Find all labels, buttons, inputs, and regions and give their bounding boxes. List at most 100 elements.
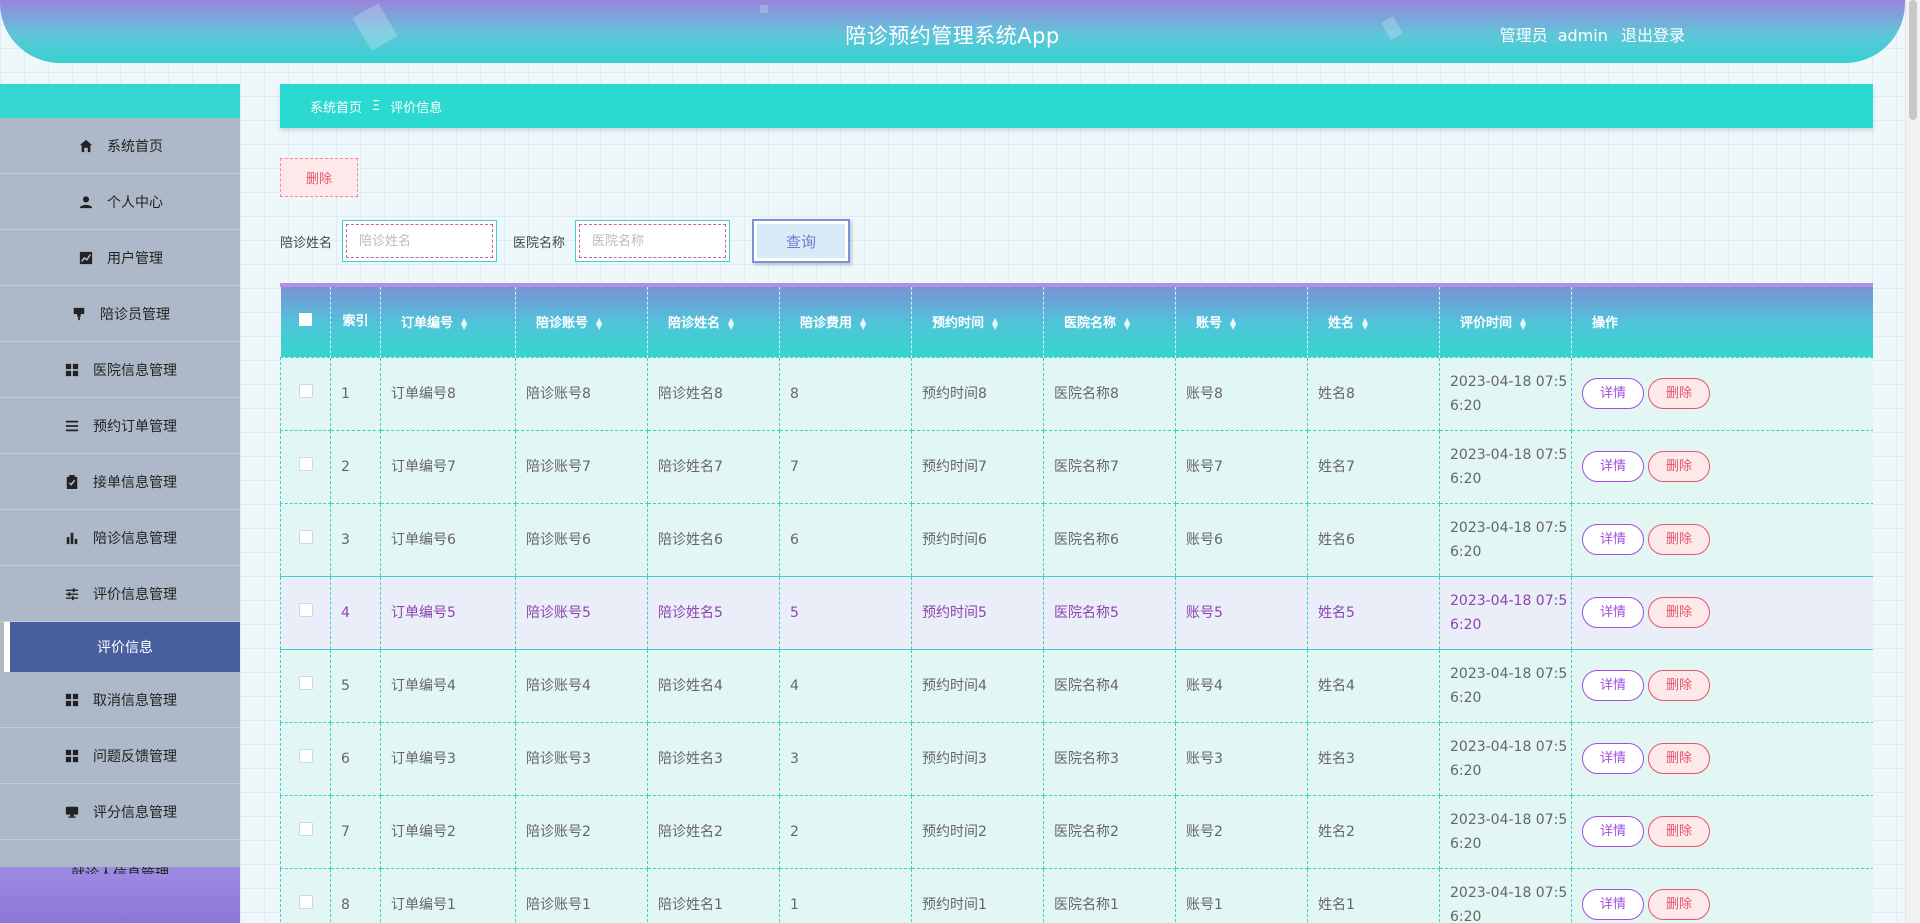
- detail-button[interactable]: 详情: [1582, 378, 1644, 409]
- table-row[interactable]: 4 订单编号5 陪诊账号5 陪诊姓名5 5 预约时间5 医院名称5 账号5 姓名5 2023-04…: [280, 575, 1873, 650]
- sort-icon[interactable]: ▲ ▼: [860, 316, 866, 330]
- cell-index: 3: [330, 502, 381, 577]
- detail-button[interactable]: 详情: [1582, 451, 1644, 482]
- clipboard-icon: [63, 474, 81, 490]
- select-all-checkbox[interactable]: [298, 313, 312, 327]
- cell-escort-name: 陪诊姓名6: [647, 502, 780, 577]
- row-checkbox[interactable]: [298, 383, 313, 398]
- row-delete-button[interactable]: 删除: [1648, 816, 1710, 847]
- breadcrumb-home[interactable]: 系统首页: [310, 97, 362, 116]
- row-checkbox-cell[interactable]: [280, 721, 331, 796]
- row-delete-button[interactable]: 删除: [1648, 524, 1710, 555]
- row-delete-button[interactable]: 删除: [1648, 597, 1710, 628]
- sidebar-item-top-6[interactable]: 接单信息管理: [0, 454, 240, 510]
- cell-appt-time: 预约时间3: [911, 721, 1044, 796]
- cell-escort-fee: 1: [779, 867, 912, 923]
- row-checkbox[interactable]: [298, 748, 313, 763]
- cell-account: 账号3: [1175, 721, 1308, 796]
- cell-hospital: 医院名称6: [1043, 502, 1176, 577]
- row-delete-button[interactable]: 删除: [1648, 378, 1710, 409]
- cell-name: 姓名2: [1307, 794, 1440, 869]
- sidebar-item-top-1[interactable]: 个人中心: [0, 174, 240, 230]
- header-appt-time[interactable]: 预约时间 ▲ ▼: [911, 287, 1044, 357]
- cell-account: 账号8: [1175, 356, 1308, 431]
- row-delete-button[interactable]: 删除: [1648, 451, 1710, 482]
- cell-actions: 详情 删除: [1571, 575, 1873, 650]
- table-row[interactable]: 6 订单编号3 陪诊账号3 陪诊姓名3 3 预约时间3 医院名称3 账号3 姓名3 2023-04…: [280, 721, 1873, 796]
- header-order-no[interactable]: 订单编号 ▲ ▼: [380, 287, 516, 357]
- cell-hospital: 医院名称4: [1043, 648, 1176, 723]
- row-checkbox[interactable]: [298, 675, 313, 690]
- header-review-time[interactable]: 评价时间 ▲ ▼: [1439, 287, 1572, 357]
- sidebar-item-label: 取消信息管理: [93, 692, 177, 709]
- table-row[interactable]: 2 订单编号7 陪诊账号7 陪诊姓名7 7 预约时间7 医院名称7 账号7 姓名7 2023-04…: [280, 429, 1873, 504]
- sidebar-item-after-2[interactable]: 评分信息管理: [0, 784, 240, 840]
- sidebar-item-top-7[interactable]: 陪诊信息管理: [0, 510, 240, 566]
- row-checkbox-cell[interactable]: [280, 502, 331, 577]
- sort-icon[interactable]: ▲ ▼: [992, 316, 998, 330]
- sort-icon[interactable]: ▲ ▼: [1124, 316, 1130, 330]
- row-checkbox-cell[interactable]: [280, 867, 331, 923]
- sidebar-item-top-3[interactable]: 陪诊员管理: [0, 286, 240, 342]
- row-checkbox[interactable]: [298, 456, 313, 471]
- table-row[interactable]: 5 订单编号4 陪诊账号4 陪诊姓名4 4 预约时间4 医院名称4 账号4 姓名4 2023-04…: [280, 648, 1873, 723]
- table-row[interactable]: 1 订单编号8 陪诊账号8 陪诊姓名8 8 预约时间8 医院名称8 账号8 姓名8 2023-04…: [280, 356, 1873, 431]
- sidebar-item-after-0[interactable]: 取消信息管理: [0, 672, 240, 728]
- detail-button[interactable]: 详情: [1582, 670, 1644, 701]
- header-escort-account[interactable]: 陪诊账号 ▲ ▼: [515, 287, 648, 357]
- row-delete-button[interactable]: 删除: [1648, 743, 1710, 774]
- detail-button[interactable]: 详情: [1582, 743, 1644, 774]
- detail-button[interactable]: 详情: [1582, 524, 1644, 555]
- search-hospital-input[interactable]: [579, 224, 727, 258]
- header-account-label: 账号: [1196, 316, 1223, 332]
- header-escort-name[interactable]: 陪诊姓名 ▲ ▼: [647, 287, 780, 357]
- sort-icon[interactable]: ▲ ▼: [1362, 316, 1368, 330]
- search-name-input[interactable]: [346, 224, 494, 258]
- row-checkbox-cell[interactable]: [280, 429, 331, 504]
- sidebar-item-top-2[interactable]: 用户管理: [0, 230, 240, 286]
- sort-icon[interactable]: ▲ ▼: [1520, 316, 1526, 330]
- detail-button[interactable]: 详情: [1582, 597, 1644, 628]
- header-escort-fee[interactable]: 陪诊费用 ▲ ▼: [779, 287, 912, 357]
- sidebar-item-top-0[interactable]: 系统首页: [0, 118, 240, 174]
- header-actions: 操作: [1571, 287, 1873, 357]
- row-delete-button[interactable]: 删除: [1648, 670, 1710, 701]
- cell-review-time: 2023-04-18 07:56:20: [1439, 429, 1572, 504]
- sort-icon[interactable]: ▲ ▼: [1230, 316, 1236, 330]
- cell-account: 账号6: [1175, 502, 1308, 577]
- sidebar-subitem-review-info[interactable]: 评价信息: [4, 622, 240, 672]
- row-checkbox[interactable]: [298, 821, 313, 836]
- row-checkbox[interactable]: [298, 529, 313, 544]
- table-row[interactable]: 8 订单编号1 陪诊账号1 陪诊姓名1 1 预约时间1 医院名称1 账号1 姓名1 2023-04…: [280, 867, 1873, 923]
- row-checkbox-cell[interactable]: [280, 794, 331, 869]
- row-checkbox[interactable]: [298, 894, 313, 909]
- batch-delete-button[interactable]: 删除: [280, 158, 358, 197]
- logout-link[interactable]: 退出登录: [1621, 26, 1685, 45]
- row-checkbox-cell[interactable]: [280, 356, 331, 431]
- table-row[interactable]: 3 订单编号6 陪诊账号6 陪诊姓名6 6 预约时间6 医院名称6 账号6 姓名6 2023-04…: [280, 502, 1873, 577]
- scrollbar-thumb[interactable]: [1909, 0, 1917, 120]
- search-hospital-field-wrap: [575, 220, 731, 262]
- header-account[interactable]: 账号 ▲ ▼: [1175, 287, 1308, 357]
- sort-icon[interactable]: ▲ ▼: [596, 316, 602, 330]
- header-escort-fee-label: 陪诊费用: [800, 316, 853, 332]
- header-hospital[interactable]: 医院名称 ▲ ▼: [1043, 287, 1176, 357]
- review-table-wrap: 索引 订单编号 ▲ ▼ 陪诊账号 ▲ ▼ 陪诊姓名 ▲ ▼ 陪诊费用 ▲ ▼ 预约时间 ▲ ▼ 医院…: [280, 283, 1873, 923]
- table-row[interactable]: 7 订单编号2 陪诊账号2 陪诊姓名2 2 预约时间2 医院名称2 账号2 姓名2 2023-04…: [280, 794, 1873, 869]
- query-button[interactable]: 查询: [752, 219, 851, 263]
- select-all-checkbox-cell[interactable]: [280, 287, 331, 357]
- detail-button[interactable]: 详情: [1582, 816, 1644, 847]
- row-checkbox[interactable]: [298, 602, 313, 617]
- sidebar-item-after-1[interactable]: 问题反馈管理: [0, 728, 240, 784]
- sort-icon[interactable]: ▲ ▼: [461, 316, 467, 330]
- row-checkbox-cell[interactable]: [280, 575, 331, 650]
- sidebar-item-top-5[interactable]: 预约订单管理: [0, 398, 240, 454]
- sidebar-item-top-8[interactable]: 评价信息管理: [0, 566, 240, 622]
- header-name[interactable]: 姓名 ▲ ▼: [1307, 287, 1440, 357]
- detail-button[interactable]: 详情: [1582, 889, 1644, 920]
- row-checkbox-cell[interactable]: [280, 648, 331, 723]
- sidebar-item-top-4[interactable]: 医院信息管理: [0, 342, 240, 398]
- page-scrollbar[interactable]: [1905, 0, 1920, 923]
- row-delete-button[interactable]: 删除: [1648, 889, 1710, 920]
- sort-icon[interactable]: ▲ ▼: [728, 316, 734, 330]
